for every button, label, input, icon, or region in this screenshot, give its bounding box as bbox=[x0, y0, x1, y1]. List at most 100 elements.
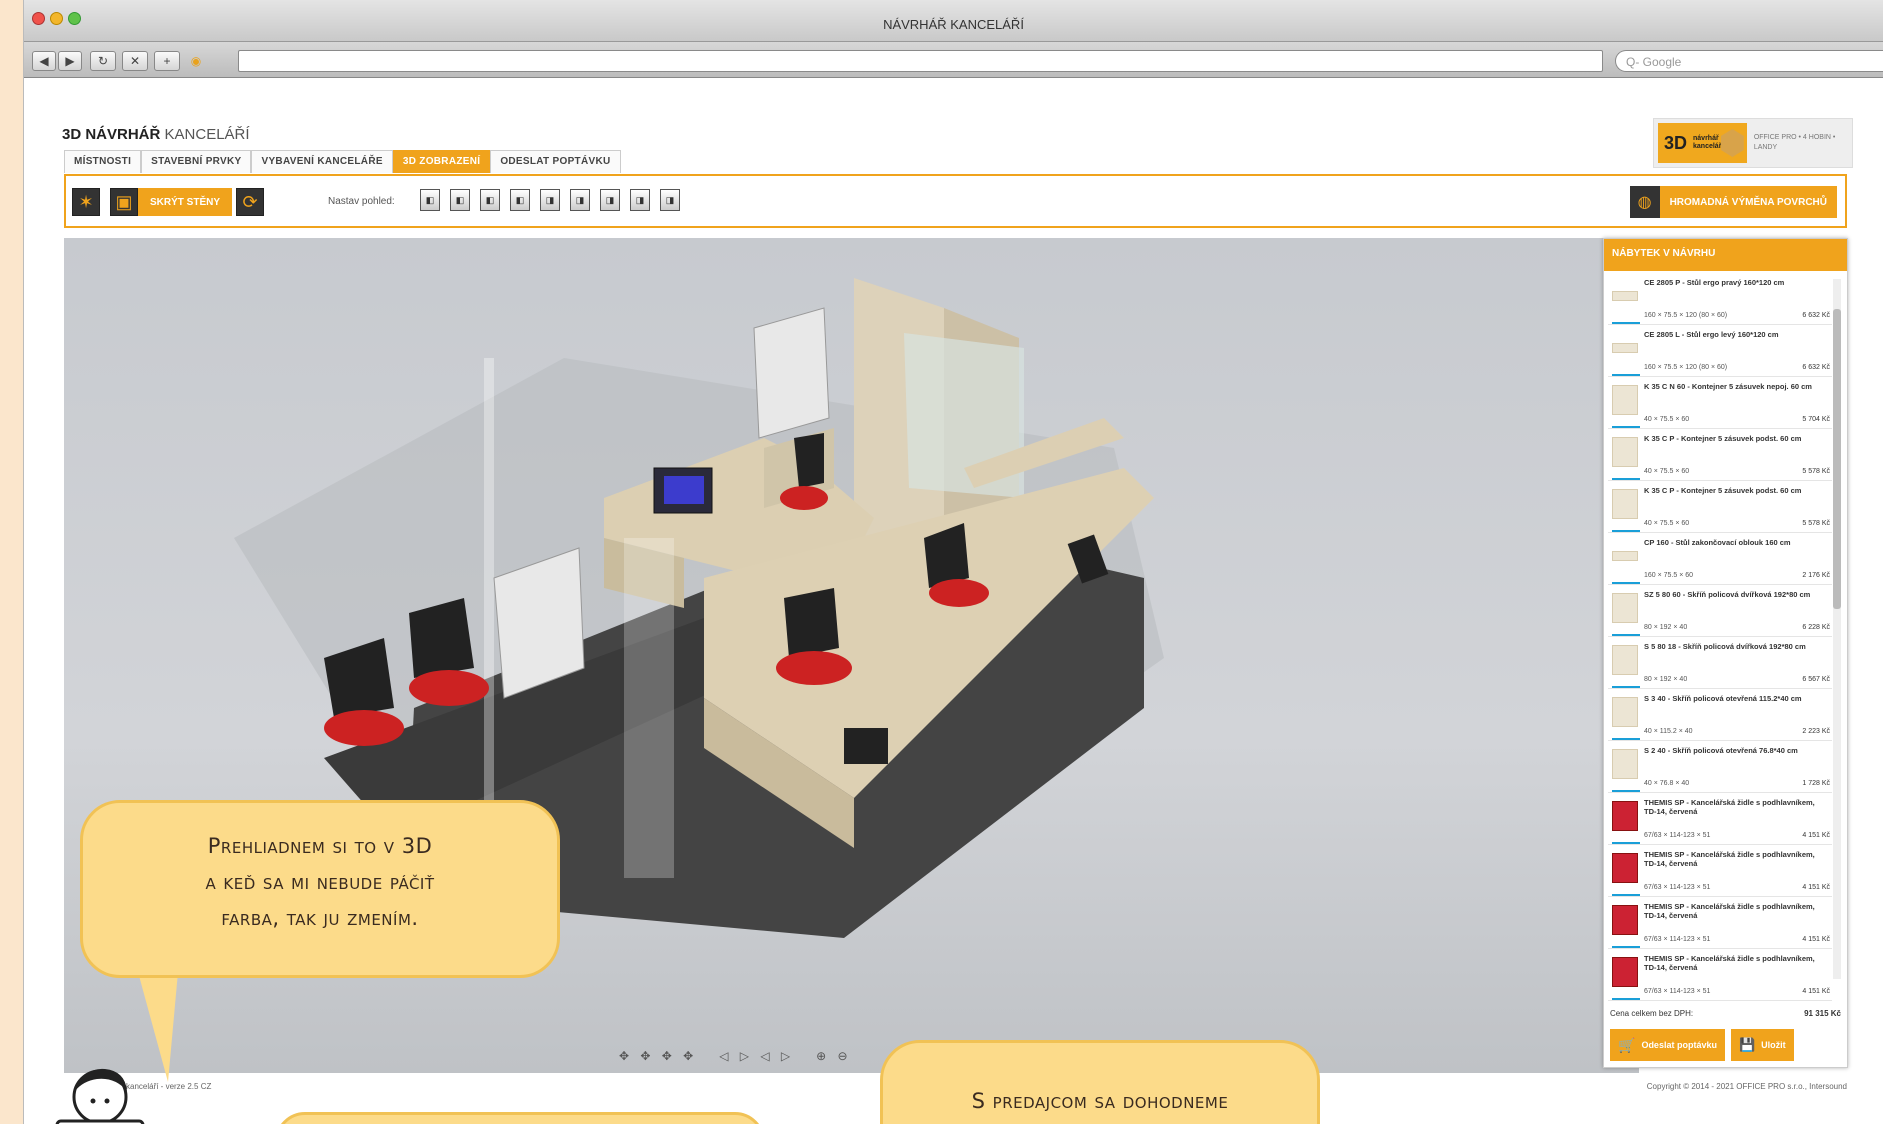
furniture-list-item[interactable]: THEMIS SP - Kancelářská židle s podhlavn… bbox=[1608, 949, 1832, 1001]
bubble-dealer-text: S predajcom sa dohodneme bbox=[971, 1089, 1229, 1113]
sun-icon[interactable]: ✶ bbox=[72, 188, 100, 216]
furniture-list-item[interactable]: S 2 40 - Skříň policová otevřená 76.8*40… bbox=[1608, 741, 1832, 793]
view-preset-6-icon[interactable]: ◨ bbox=[570, 189, 590, 211]
view-preset-8-icon[interactable]: ◨ bbox=[630, 189, 650, 211]
title-bar: NÁVRHÁŘ KANCELÁŘÍ bbox=[24, 0, 1883, 42]
item-underline bbox=[1612, 322, 1640, 324]
furniture-dimensions: 80 × 192 × 40 bbox=[1644, 624, 1688, 631]
reload-icon[interactable]: ↻ bbox=[90, 51, 116, 71]
save-button[interactable]: 💾 Uložit bbox=[1730, 1029, 1794, 1061]
tab-odeslat[interactable]: ODESLAT POPTÁVKU bbox=[490, 150, 621, 173]
furniture-price: 2 176 Kč bbox=[1802, 572, 1830, 579]
total-label: Cena celkem bez DPH: bbox=[1610, 1009, 1694, 1018]
cart-icon: 🛒 bbox=[1618, 1036, 1636, 1053]
save-icon: 💾 bbox=[1738, 1037, 1756, 1052]
furniture-dimensions: 67/63 × 114-123 × 51 bbox=[1644, 832, 1711, 839]
furniture-list-item[interactable]: CE 2805 P - Stůl ergo pravý 160*120 cm 16… bbox=[1608, 273, 1832, 325]
furniture-dimensions: 40 × 75.5 × 60 bbox=[1644, 416, 1690, 423]
cartoon-person-icon bbox=[55, 1068, 145, 1124]
desk-thumbnail-icon bbox=[1612, 343, 1638, 353]
rotate-icon[interactable]: ⟳ bbox=[236, 188, 264, 216]
furniture-list-item[interactable]: S 5 80 18 - Skříň policová dvířková 192*… bbox=[1608, 637, 1832, 689]
furniture-list[interactable]: CE 2805 P - Stůl ergo pravý 160*120 cm 16… bbox=[1608, 273, 1832, 1003]
furniture-dimensions: 40 × 115.2 × 40 bbox=[1644, 728, 1693, 735]
back-icon[interactable]: ◀ bbox=[32, 51, 56, 71]
camera-navigation-controls[interactable]: ✥ ✥ ✥ ✥ ◁ ▷ ◁ ▷ ⊕ ⊖ bbox=[619, 1049, 852, 1063]
item-underline bbox=[1612, 738, 1640, 740]
furniture-price: 5 578 Kč bbox=[1802, 468, 1830, 475]
site-favicon: ◉ bbox=[190, 54, 202, 68]
item-underline bbox=[1612, 946, 1640, 948]
furniture-list-item[interactable]: THEMIS SP - Kancelářská židle s podhlavn… bbox=[1608, 793, 1832, 845]
walls-icon[interactable]: ▣ bbox=[110, 188, 138, 216]
furniture-list-item[interactable]: S 3 40 - Skříň policová otevřená 115.2*4… bbox=[1608, 689, 1832, 741]
furniture-list-item[interactable]: THEMIS SP - Kancelářská židle s podhlavn… bbox=[1608, 897, 1832, 949]
logo-thin: KANCELÁŘÍ bbox=[164, 126, 250, 143]
hide-walls-button[interactable]: SKRÝT STĚNY bbox=[138, 188, 233, 216]
furniture-list-item[interactable]: K 35 C N 60 - Kontejner 5 zásuvek nepoj.… bbox=[1608, 377, 1832, 429]
add-bookmark-icon[interactable]: + bbox=[154, 51, 180, 71]
tab-3d-zobrazeni[interactable]: 3D ZOBRAZENÍ bbox=[392, 150, 491, 173]
furniture-name: K 35 C P - Kontejner 5 zásuvek podst. 60… bbox=[1644, 434, 1802, 443]
box-thumbnail-icon bbox=[1612, 697, 1638, 727]
tab-stavebni-prvky[interactable]: STAVEBNÍ PRVKY bbox=[141, 150, 252, 173]
view-preset-3-icon[interactable]: ◧ bbox=[480, 189, 500, 211]
window-title: NÁVRHÁŘ KANCELÁŘÍ bbox=[883, 17, 1024, 32]
view-preset-7-icon[interactable]: ◨ bbox=[600, 189, 620, 211]
furniture-dimensions: 67/63 × 114-123 × 51 bbox=[1644, 988, 1711, 995]
stop-icon[interactable]: ✕ bbox=[122, 51, 148, 71]
speech-bubble-bottom bbox=[275, 1112, 765, 1124]
address-bar[interactable] bbox=[238, 50, 1603, 72]
furniture-dimensions: 40 × 76.8 × 40 bbox=[1644, 780, 1690, 787]
panel-title: NÁBYTEK V NÁVRHU bbox=[1604, 239, 1847, 271]
furniture-dimensions: 80 × 192 × 40 bbox=[1644, 676, 1688, 683]
search-field[interactable]: Q- Google bbox=[1615, 50, 1883, 72]
furniture-list-item[interactable]: K 35 C P - Kontejner 5 zásuvek podst. 60… bbox=[1608, 481, 1832, 533]
furniture-list-item[interactable]: K 35 C P - Kontejner 5 zásuvek podst. 60… bbox=[1608, 429, 1832, 481]
furniture-dimensions: 160 × 75.5 × 120 (80 × 60) bbox=[1644, 364, 1728, 371]
speech-bubble-dealer: S predajcom sa dohodneme bbox=[880, 1040, 1320, 1124]
furniture-price: 6 567 Kč bbox=[1802, 676, 1830, 683]
furniture-list-item[interactable]: CE 2805 L - Stůl ergo levý 160*120 cm 160… bbox=[1608, 325, 1832, 377]
forward-icon[interactable]: ▶ bbox=[58, 51, 82, 71]
item-underline bbox=[1612, 582, 1640, 584]
furniture-list-item[interactable]: THEMIS SP - Kancelářská židle s podhlavn… bbox=[1608, 845, 1832, 897]
furniture-list-item[interactable]: SZ 5 80 60 - Skříň policová dvířková 192… bbox=[1608, 585, 1832, 637]
brand-partners: OFFICE PRO • 4 HOBIN • LANDY bbox=[1753, 134, 1836, 151]
furniture-dimensions: 160 × 75.5 × 120 (80 × 60) bbox=[1644, 312, 1728, 319]
furniture-list-item[interactable]: CP 160 - Stůl zakončovací oblouk 160 cm 1… bbox=[1608, 533, 1832, 585]
chair-thumbnail-icon bbox=[1612, 905, 1638, 935]
view-preset-4-icon[interactable]: ◧ bbox=[510, 189, 530, 211]
desk-thumbnail-icon bbox=[1612, 291, 1638, 301]
panel-scrollbar[interactable] bbox=[1833, 279, 1841, 979]
item-underline bbox=[1612, 374, 1640, 376]
brand-badge: 3D návrhář kanceláří OFFICE PRO • 4 HOBIN… bbox=[1653, 118, 1853, 168]
furniture-price: 4 151 Kč bbox=[1802, 884, 1830, 891]
furniture-panel: NÁBYTEK V NÁVRHU CE 2805 P - Stůl ergo p… bbox=[1603, 238, 1848, 1068]
view-preset-1-icon[interactable]: ◧ bbox=[420, 189, 440, 211]
item-underline bbox=[1612, 686, 1640, 688]
furniture-dimensions: 67/63 × 114-123 × 51 bbox=[1644, 884, 1711, 891]
item-underline bbox=[1612, 634, 1640, 636]
furniture-price: 6 632 Kč bbox=[1802, 312, 1830, 319]
send-inquiry-button[interactable]: 🛒 Odeslat poptávku bbox=[1610, 1029, 1725, 1061]
furniture-dimensions: 160 × 75.5 × 60 bbox=[1644, 572, 1694, 579]
furniture-name: CE 2805 L - Stůl ergo levý 160*120 cm bbox=[1644, 330, 1779, 339]
item-underline bbox=[1612, 530, 1640, 532]
furniture-name: S 2 40 - Skříň policová otevřená 76.8*40… bbox=[1644, 746, 1798, 755]
furniture-name: THEMIS SP - Kancelářská židle s podhlavn… bbox=[1644, 850, 1815, 868]
scroll-thumb[interactable] bbox=[1833, 309, 1841, 609]
view-preset-9-icon[interactable]: ◨ bbox=[660, 189, 680, 211]
save-label: Uložit bbox=[1761, 1040, 1786, 1050]
view-preset-2-icon[interactable]: ◧ bbox=[450, 189, 470, 211]
view-preset-5-icon[interactable]: ◨ bbox=[540, 189, 560, 211]
tab-vybaveni[interactable]: VYBAVENÍ KANCELÁŘE bbox=[251, 150, 393, 173]
chair-thumbnail-icon bbox=[1612, 853, 1638, 883]
footer-copyright: Copyright © 2014 - 2021 OFFICE PRO s.r.o… bbox=[1646, 1082, 1847, 1091]
furniture-price: 4 151 Kč bbox=[1802, 988, 1830, 995]
bulk-surface-change-button[interactable]: ◍ HROMADNÁ VÝMĚNA POVRCHŮ bbox=[1629, 186, 1837, 218]
furniture-price: 4 151 Kč bbox=[1802, 832, 1830, 839]
view-label: Nastav pohled: bbox=[328, 196, 395, 207]
chair-thumbnail-icon bbox=[1612, 801, 1638, 831]
tab-mistnosti[interactable]: MÍSTNOSTI bbox=[64, 150, 142, 173]
